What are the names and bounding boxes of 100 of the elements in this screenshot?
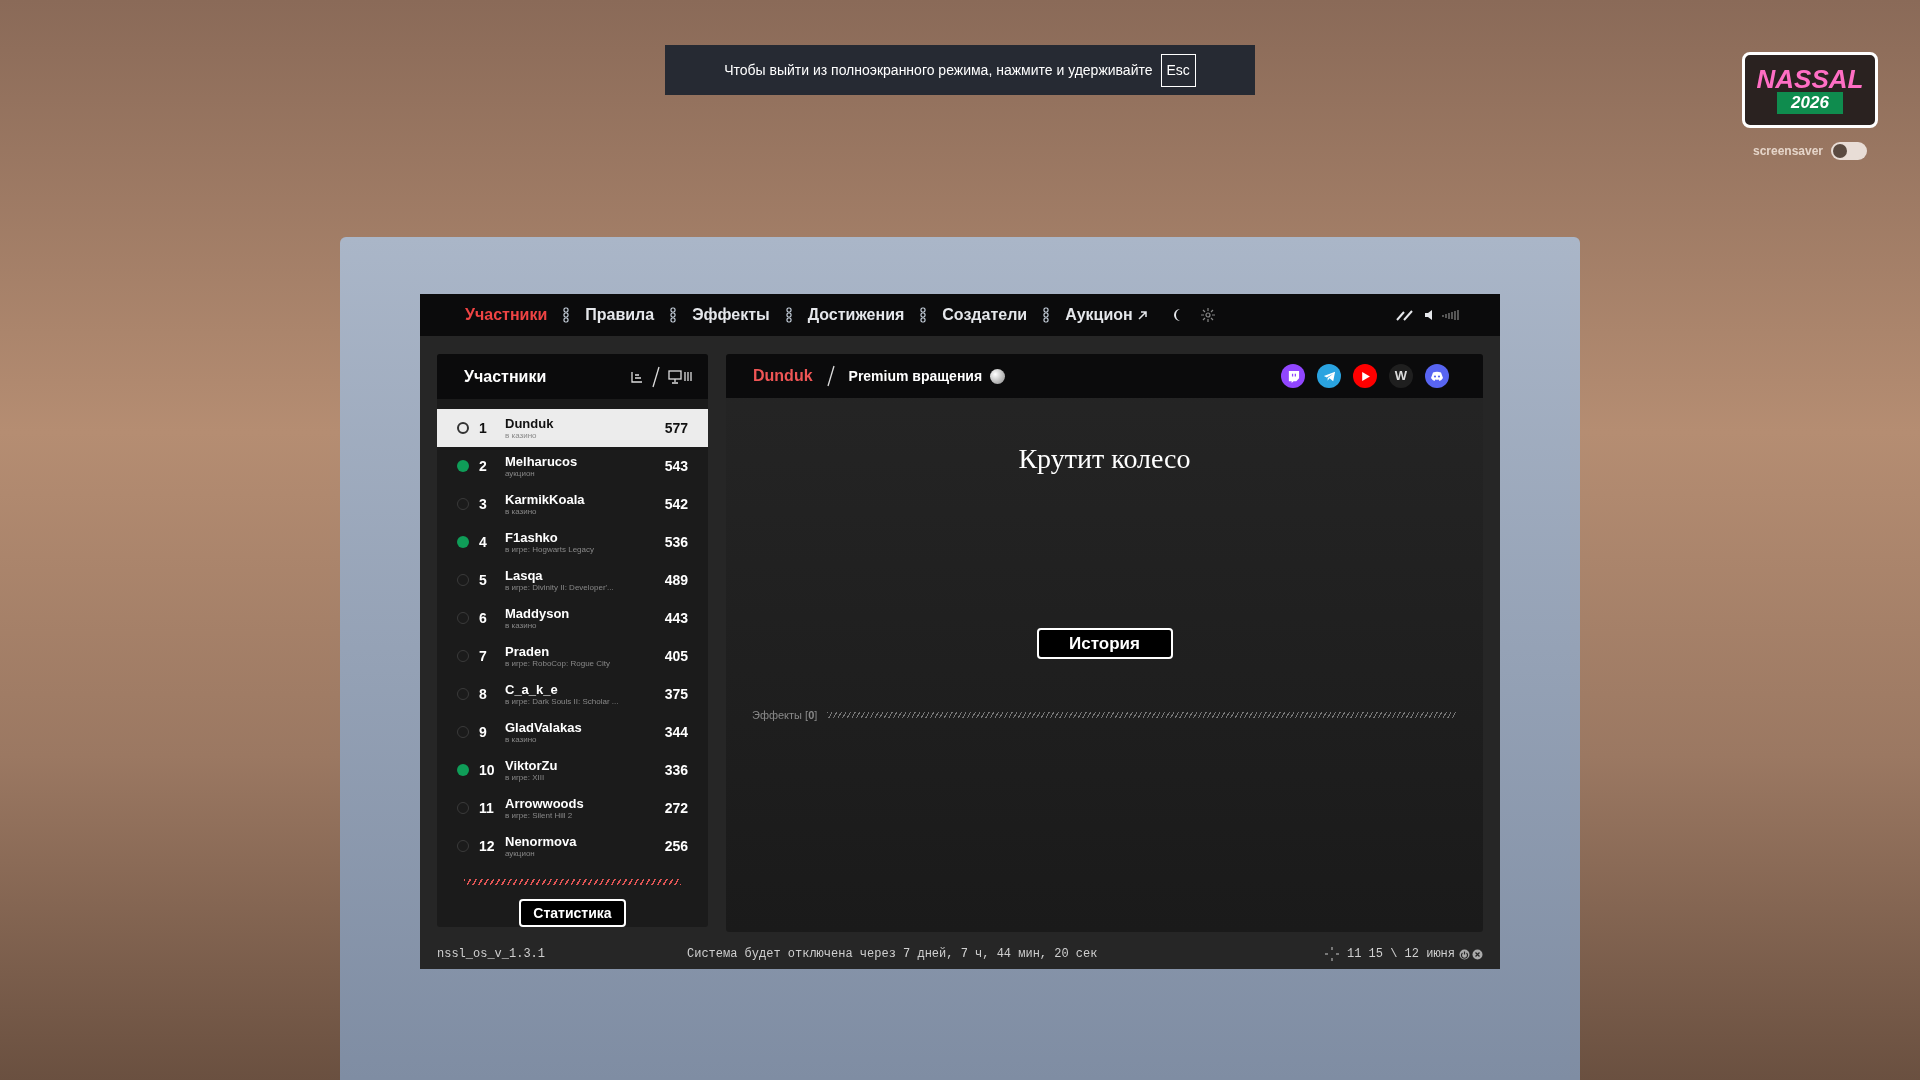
participant-status: в игре: Divinity II: Developer'... bbox=[505, 583, 615, 592]
os-version: nssl_os_v_1.3.1 bbox=[437, 946, 547, 963]
clock-date: 11 15 \ 12 июня bbox=[1346, 946, 1455, 963]
participant-status: в казино bbox=[505, 735, 538, 744]
nav-tab[interactable]: Достижения bbox=[807, 303, 905, 327]
close-icon[interactable] bbox=[1472, 948, 1483, 960]
nav-tab[interactable]: Создатели bbox=[942, 303, 1028, 327]
power-icon[interactable] bbox=[1459, 948, 1470, 960]
participant-name: Praden bbox=[505, 644, 551, 658]
score-value: 489 bbox=[664, 570, 688, 590]
chain-separator-icon bbox=[920, 307, 927, 323]
slash-divider-icon bbox=[652, 365, 660, 388]
notice-text: Чтобы выйти из полноэкранного режима, нажмите и удерживайте bbox=[724, 60, 1153, 80]
slash-divider-icon bbox=[826, 365, 835, 387]
rank-number: 7 bbox=[479, 646, 488, 666]
participant-status: в игре: XIII bbox=[505, 773, 546, 782]
nav-tab[interactable]: Аукцион bbox=[1065, 303, 1133, 327]
score-value: 543 bbox=[664, 456, 688, 476]
participant-name: Melharucos bbox=[505, 454, 579, 468]
play-icon[interactable] bbox=[1353, 364, 1377, 388]
sort-list-icon[interactable] bbox=[630, 370, 644, 383]
nav-tab[interactable]: Участники bbox=[465, 303, 548, 327]
nav-tab[interactable]: Эффекты bbox=[692, 303, 770, 327]
double-slash-icon[interactable] bbox=[1396, 309, 1414, 321]
screensaver-label: screensaver bbox=[1752, 143, 1824, 160]
participant-name: ViktorZu bbox=[505, 758, 559, 772]
participant-status: в игре: Silent Hill 2 bbox=[505, 811, 574, 820]
panel-title: Участники bbox=[464, 366, 548, 387]
score-value: 272 bbox=[664, 798, 688, 818]
participant-name: Maddyson bbox=[505, 606, 571, 620]
participant-name: F1ashko bbox=[505, 530, 559, 544]
shutdown-countdown: Система будет отключена через 7 дней, 7 ч, 44 мин, 20 сек bbox=[687, 946, 1099, 963]
participant-row[interactable]: 4 F1ashko в игре: Hogwarts Legacy 536 bbox=[437, 523, 708, 562]
participant-name: Arrowwoods bbox=[505, 796, 585, 810]
participant-row[interactable]: 5 Lasqa в игре: Divinity II: Developer'... 489 bbox=[437, 561, 708, 600]
participant-row[interactable]: 1 Dunduk в казино 577 bbox=[437, 409, 708, 448]
chain-separator-icon bbox=[785, 307, 792, 323]
score-value: 443 bbox=[664, 608, 688, 628]
participant-status: в казино bbox=[505, 431, 538, 440]
participant-name: GladValakas bbox=[505, 720, 583, 734]
volume-bars-icon[interactable] bbox=[1442, 309, 1460, 321]
participant-status: в игре: RoboCop: Rogue City bbox=[505, 659, 612, 668]
score-value: 577 bbox=[664, 418, 688, 438]
monitor-icon[interactable] bbox=[668, 369, 692, 384]
participant-row[interactable]: 7 Praden в игре: RoboCop: Rogue City 405 bbox=[437, 637, 708, 676]
discord-icon[interactable] bbox=[1425, 364, 1449, 388]
participant-status: в казино bbox=[505, 507, 538, 516]
logo-year: 2026 bbox=[1777, 92, 1843, 114]
participant-status: аукцион bbox=[505, 469, 536, 478]
rank-number: 5 bbox=[479, 570, 488, 590]
participant-status: в игре: Hogwarts Legacy bbox=[505, 545, 595, 554]
score-value: 375 bbox=[664, 684, 688, 704]
history-button[interactable]: История bbox=[1036, 628, 1173, 659]
participant-name: C_a_k_e bbox=[505, 682, 559, 696]
rank-number: 11 bbox=[479, 798, 495, 818]
screensaver-toggle[interactable] bbox=[1831, 142, 1868, 160]
score-value: 256 bbox=[664, 836, 688, 856]
statistics-button[interactable]: Статистика bbox=[519, 899, 626, 927]
rank-number: 12 bbox=[479, 836, 496, 856]
participant-row[interactable]: 9 GladValakas в казино 344 bbox=[437, 713, 708, 752]
score-value: 344 bbox=[664, 722, 688, 742]
score-value: 336 bbox=[664, 760, 688, 780]
participant-name: Dunduk bbox=[505, 416, 555, 430]
twitch-icon[interactable] bbox=[1281, 364, 1305, 388]
participant-row[interactable]: 2 Melharucos аукцион 543 bbox=[437, 447, 708, 486]
rank-number: 6 bbox=[479, 608, 488, 628]
rank-number: 9 bbox=[479, 722, 488, 742]
paper-plane-icon[interactable] bbox=[1317, 364, 1341, 388]
premium-spins-label: Premium вращения bbox=[848, 366, 983, 386]
nav-tab[interactable]: Правила bbox=[585, 303, 655, 327]
chain-separator-icon bbox=[1043, 307, 1050, 323]
logo-title: NASSAL bbox=[1756, 66, 1864, 93]
participant-row[interactable]: 3 KarmikKoala в казино 542 bbox=[437, 485, 708, 524]
participant-status: в казино bbox=[505, 621, 537, 630]
esc-key: Esc bbox=[1160, 53, 1196, 87]
player-name: Dunduk bbox=[753, 366, 813, 386]
w-logo-icon[interactable]: W bbox=[1389, 364, 1413, 388]
crosshair-icon bbox=[1324, 947, 1339, 961]
score-value: 542 bbox=[664, 494, 688, 514]
score-value: 405 bbox=[664, 646, 688, 666]
participant-name: KarmikKoala bbox=[505, 492, 586, 506]
score-value: 536 bbox=[664, 532, 688, 552]
spinning-wheel-heading: Крутит колесо bbox=[1018, 442, 1191, 476]
rank-number: 8 bbox=[479, 684, 488, 704]
rank-number: 1 bbox=[479, 418, 488, 438]
participant-row[interactable]: 8 C_a_k_e в игре: Dark Souls II: Scholar ... 375 bbox=[437, 675, 708, 714]
coin-icon bbox=[990, 368, 1006, 384]
rank-number: 3 bbox=[479, 494, 488, 514]
participant-row[interactable]: 6 Maddyson в казино 443 bbox=[437, 599, 708, 638]
rank-number: 2 bbox=[479, 456, 488, 476]
chain-separator-icon bbox=[670, 307, 677, 323]
participant-status: в игре: Dark Souls II: Scholar ... bbox=[505, 697, 620, 706]
rank-number: 10 bbox=[479, 760, 496, 780]
participant-status: аукцион bbox=[505, 849, 536, 858]
rank-number: 4 bbox=[479, 532, 488, 552]
participant-name: Nenormova bbox=[505, 834, 578, 848]
participant-name: Lasqa bbox=[505, 568, 543, 582]
effects-count: Эффекты [0] bbox=[752, 708, 818, 723]
sun-icon[interactable] bbox=[1200, 308, 1215, 322]
chain-separator-icon bbox=[563, 307, 570, 323]
